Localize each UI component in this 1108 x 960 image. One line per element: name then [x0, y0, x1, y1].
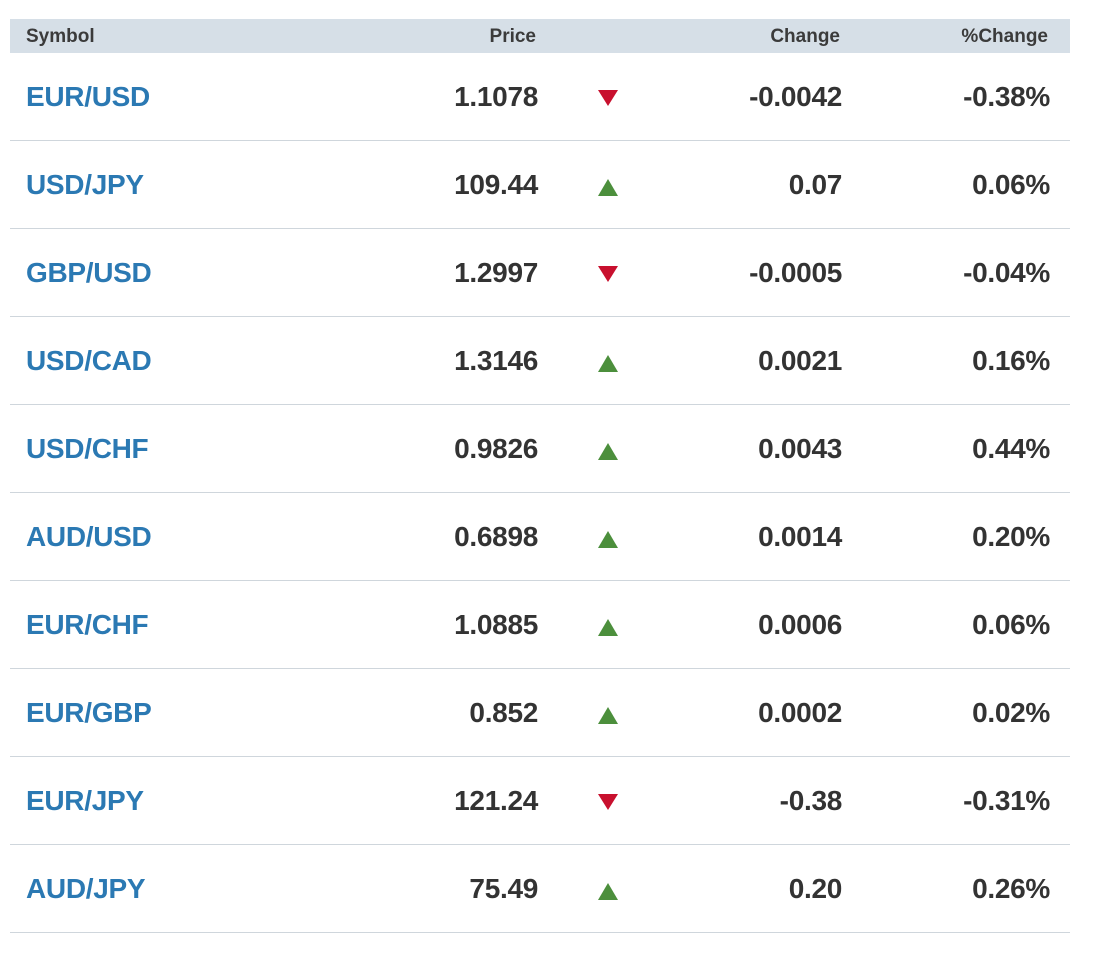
table-header-row: Symbol Price Change %Change	[10, 19, 1070, 53]
table-row: GBP/USD 1.2997 -0.0005 -0.04%	[10, 229, 1070, 317]
arrow-up-icon	[598, 531, 618, 548]
change-value: 0.0021	[758, 345, 842, 376]
arrow-up-icon	[598, 883, 618, 900]
forex-quotes-table: Symbol Price Change %Change EUR/USD 1.107…	[10, 19, 1070, 933]
table-row: USD/CAD 1.3146 0.0021 0.16%	[10, 317, 1070, 405]
price-value: 1.3146	[454, 345, 538, 376]
arrow-up-icon	[598, 355, 618, 372]
arrow-down-icon	[598, 794, 618, 810]
column-header-price[interactable]: Price	[490, 19, 536, 55]
symbol-link[interactable]: USD/JPY	[26, 141, 144, 229]
change-value: 0.0043	[758, 433, 842, 464]
arrow-up-icon	[598, 443, 618, 460]
symbol-link[interactable]: GBP/USD	[26, 229, 152, 317]
table-row: EUR/JPY 121.24 -0.38 -0.31%	[10, 757, 1070, 845]
symbol-link[interactable]: USD/CHF	[26, 405, 149, 493]
symbol-link[interactable]: AUD/JPY	[26, 845, 146, 933]
pct-change-value: 0.20%	[972, 521, 1050, 552]
change-value: 0.07	[788, 169, 843, 200]
arrow-up-icon	[598, 179, 618, 196]
symbol-link[interactable]: EUR/USD	[26, 53, 150, 141]
pct-change-value: 0.44%	[972, 433, 1050, 464]
table-row: EUR/USD 1.1078 -0.0042 -0.38%	[10, 53, 1070, 141]
table-body: EUR/USD 1.1078 -0.0042 -0.38% USD/JPY 109.44 0…	[10, 53, 1070, 933]
symbol-link[interactable]: EUR/GBP	[26, 669, 152, 757]
symbol-link[interactable]: EUR/CHF	[26, 581, 149, 669]
arrow-down-icon	[598, 266, 618, 282]
table-row: USD/CHF 0.9826 0.0043 0.44%	[10, 405, 1070, 493]
price-value: 75.49	[469, 873, 538, 904]
price-value: 0.6898	[454, 521, 538, 552]
symbol-link[interactable]: AUD/USD	[26, 493, 152, 581]
change-value: -0.0005	[749, 257, 842, 288]
price-value: 1.2997	[454, 257, 538, 288]
arrow-up-icon	[598, 707, 618, 724]
symbol-link[interactable]: USD/CAD	[26, 317, 152, 405]
pct-change-value: 0.06%	[972, 169, 1050, 200]
change-value: 0.0014	[758, 521, 842, 552]
price-value: 1.0885	[454, 609, 538, 640]
change-value: -0.38	[779, 785, 843, 816]
change-value: 0.0002	[758, 697, 842, 728]
pct-change-value: -0.38%	[963, 81, 1050, 112]
column-header-symbol[interactable]: Symbol	[26, 19, 95, 55]
symbol-link[interactable]: EUR/JPY	[26, 757, 144, 845]
table-row: EUR/CHF 1.0885 0.0006 0.06%	[10, 581, 1070, 669]
table-row: EUR/GBP 0.852 0.0002 0.02%	[10, 669, 1070, 757]
arrow-down-icon	[598, 90, 618, 106]
price-value: 121.24	[454, 785, 538, 816]
table-row: AUD/USD 0.6898 0.0014 0.20%	[10, 493, 1070, 581]
table-row: AUD/JPY 75.49 0.20 0.26%	[10, 845, 1070, 933]
column-header-pct-change[interactable]: %Change	[961, 19, 1048, 55]
arrow-up-icon	[598, 619, 618, 636]
pct-change-value: 0.02%	[972, 697, 1050, 728]
pct-change-value: 0.16%	[972, 345, 1050, 376]
pct-change-value: -0.04%	[963, 257, 1050, 288]
pct-change-value: 0.26%	[972, 873, 1050, 904]
column-header-change[interactable]: Change	[770, 19, 840, 55]
price-value: 0.9826	[454, 433, 538, 464]
table-row: USD/JPY 109.44 0.07 0.06%	[10, 141, 1070, 229]
price-value: 109.44	[454, 169, 538, 200]
price-value: 1.1078	[454, 81, 538, 112]
change-value: 0.20	[788, 873, 843, 904]
change-value: -0.0042	[749, 81, 842, 112]
change-value: 0.0006	[758, 609, 842, 640]
price-value: 0.852	[469, 697, 538, 728]
pct-change-value: -0.31%	[963, 785, 1050, 816]
pct-change-value: 0.06%	[972, 609, 1050, 640]
